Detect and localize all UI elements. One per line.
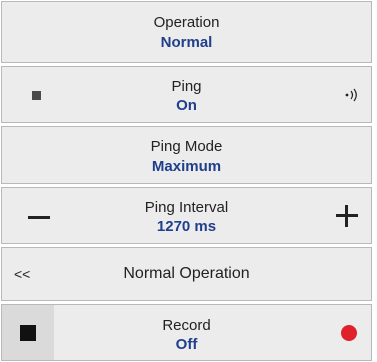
ping-wave-icon <box>345 88 357 102</box>
normal-operation-row[interactable]: << Normal Operation <box>1 247 372 301</box>
ping-label: Ping <box>171 78 202 95</box>
record-value: Off <box>175 336 198 353</box>
ping-interval-row: Ping Interval 1270 ms <box>1 187 372 244</box>
normal-operation-label: Normal Operation <box>123 265 250 282</box>
ping-interval-value: 1270 ms <box>156 218 217 235</box>
ping-mode-row[interactable]: Ping Mode Maximum <box>1 126 372 184</box>
operation-value: Normal <box>160 34 213 51</box>
ping-interval-label: Ping Interval <box>144 199 229 216</box>
record-dot-icon <box>341 325 357 341</box>
record-label: Record <box>162 317 211 334</box>
record-row[interactable]: Record Off <box>1 304 372 361</box>
ping-row[interactable]: Ping On <box>1 66 372 123</box>
ping-mode-label: Ping Mode <box>150 138 223 155</box>
control-panel: Operation Normal Ping On Ping Mode Maxim… <box>0 0 377 362</box>
ping-value: On <box>176 97 197 114</box>
ping-mode-value: Maximum <box>151 158 222 175</box>
operation-row[interactable]: Operation Normal <box>1 1 372 63</box>
operation-label: Operation <box>153 14 220 31</box>
plus-icon[interactable] <box>336 205 358 227</box>
